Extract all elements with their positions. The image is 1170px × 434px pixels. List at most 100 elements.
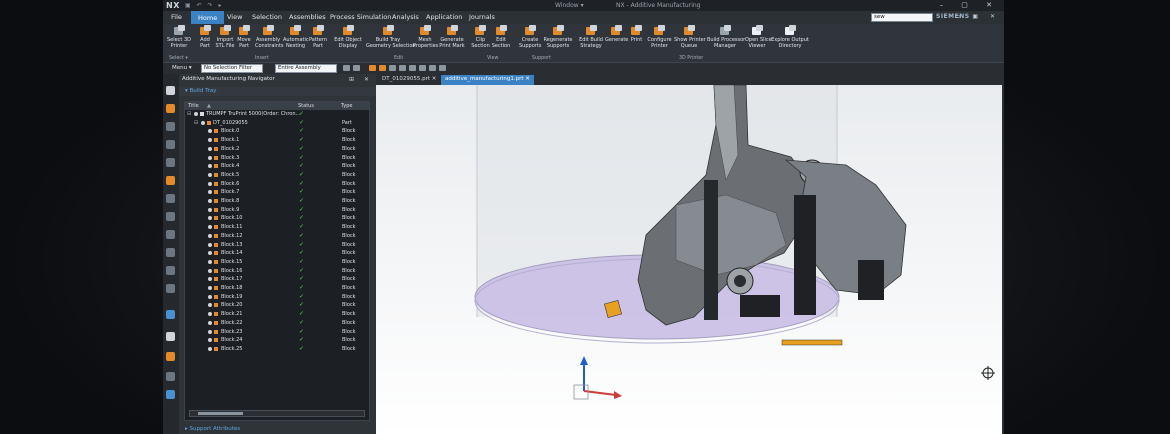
visibility-icon[interactable]: [208, 129, 212, 134]
graphics-viewport[interactable]: [376, 85, 1002, 434]
edit-section-button[interactable]: Edit Section: [491, 25, 511, 49]
roles-icon[interactable]: [166, 230, 175, 239]
clock-icon[interactable]: [166, 332, 175, 341]
doc-tab-dt-part[interactable]: DT_01029055.prt ✕: [378, 75, 440, 85]
tab-analysis[interactable]: Analysis: [392, 13, 419, 21]
visibility-icon[interactable]: [208, 259, 212, 264]
scroll-thumb[interactable]: [198, 412, 243, 415]
palette-icon[interactable]: [166, 284, 175, 293]
create-supports-button[interactable]: Create Supports: [519, 25, 541, 49]
visibility-icon[interactable]: [208, 225, 212, 230]
tree-row-part[interactable]: ⊟ DT_01029055 ✓ Part: [185, 119, 369, 128]
tree-row-block[interactable]: Block.20 ✓ Block: [185, 301, 369, 310]
generate-print-mark-button[interactable]: Generate Print Mark: [439, 25, 465, 49]
doc-tab-additive-manufacturing[interactable]: additive_manufacturing1.prt ✕: [441, 75, 534, 85]
print-button[interactable]: Print: [629, 25, 644, 44]
visibility-icon[interactable]: [208, 286, 212, 290]
visibility-icon[interactable]: [208, 207, 212, 212]
snap-quadrant-icon[interactable]: [419, 65, 426, 71]
visibility-icon[interactable]: [208, 172, 212, 177]
tree-row-block[interactable]: Block.25 ✓ Block: [185, 345, 369, 354]
visibility-icon[interactable]: [208, 181, 212, 186]
color-palette-icon[interactable]: [166, 352, 175, 361]
visibility-icon[interactable]: [208, 268, 212, 273]
am-navigator-icon[interactable]: [166, 104, 175, 113]
automatic-nesting-button[interactable]: Automatic Nesting: [283, 25, 309, 49]
part-navigator-icon[interactable]: [166, 86, 175, 95]
tab-selection[interactable]: Selection: [252, 13, 282, 21]
tree-row-block[interactable]: Block.7 ✓ Block: [185, 188, 369, 197]
tab-application[interactable]: Application: [426, 13, 462, 21]
add-part-button[interactable]: Add Part: [197, 25, 213, 49]
image-icon[interactable]: [166, 372, 175, 381]
tree-row-block[interactable]: Block.14 ✓ Block: [185, 249, 369, 258]
tree-row-printer[interactable]: ⊟ TRUMPF TruPrint 5000(Order: Chron... ✓: [185, 110, 369, 119]
tab-process-simulation[interactable]: Process Simulation: [330, 13, 391, 21]
visibility-icon[interactable]: [208, 138, 212, 143]
tree-row-block[interactable]: Block.11 ✓ Block: [185, 223, 369, 232]
constraint-navigator-icon[interactable]: [166, 140, 175, 149]
tree-row-block[interactable]: Block.17 ✓ Block: [185, 275, 369, 284]
quick-access-toolbar[interactable]: ▣ ↶ ↷ ▸: [185, 2, 223, 9]
build-tray-section[interactable]: ▾ Build Tray: [179, 87, 376, 96]
web-browser-icon[interactable]: [166, 212, 175, 221]
tree-row-block[interactable]: Block.8 ✓ Block: [185, 197, 369, 206]
tab-home[interactable]: Home: [191, 11, 225, 24]
visibility-icon[interactable]: [208, 329, 212, 334]
snap-intersection-icon[interactable]: [439, 65, 446, 71]
tree-row-block[interactable]: Block.23 ✓ Block: [185, 328, 369, 337]
tree-row-block[interactable]: Block.16 ✓ Block: [185, 267, 369, 276]
support-attributes-section[interactable]: ▸ Support Attributes: [179, 426, 376, 434]
tree-row-block[interactable]: Block.9 ✓ Block: [185, 206, 369, 215]
assembly-constraints-button[interactable]: Assembly Constraints: [255, 25, 284, 49]
command-search-input[interactable]: sew: [871, 13, 933, 22]
tree-row-block[interactable]: Block.13 ✓ Block: [185, 241, 369, 250]
visibility-icon[interactable]: [208, 251, 212, 256]
tree-row-block[interactable]: Block.18 ✓ Block: [185, 284, 369, 293]
tab-journals[interactable]: Journals: [469, 13, 495, 21]
build-tray-geometry-button[interactable]: Build Tray Geometry Selection: [366, 25, 416, 49]
tab-file[interactable]: File: [171, 13, 182, 21]
tab-assemblies[interactable]: Assemblies: [289, 13, 326, 21]
horizontal-scrollbar[interactable]: [189, 410, 365, 417]
visibility-icon[interactable]: [208, 312, 212, 317]
collapse-icon[interactable]: ⊟: [194, 119, 198, 127]
generate-button[interactable]: Generate: [605, 25, 628, 44]
system-scenes-icon[interactable]: [166, 266, 175, 275]
visibility-icon[interactable]: [208, 346, 212, 351]
tree-row-block[interactable]: Block.22 ✓ Block: [185, 319, 369, 328]
tree-row-block[interactable]: Block.24 ✓ Block: [185, 336, 369, 345]
window-controls[interactable]: – ▢ ✕: [940, 1, 1000, 9]
tree-row-block[interactable]: Block.15 ✓ Block: [185, 258, 369, 267]
visibility-icon[interactable]: [208, 338, 212, 343]
group-select[interactable]: Select ▾: [169, 56, 188, 61]
tree-row-block[interactable]: Block.0 ✓ Block: [185, 127, 369, 136]
visibility-icon[interactable]: [208, 277, 212, 282]
explore-output-directory-button[interactable]: Explore Output Directory: [771, 25, 809, 49]
tree-row-block[interactable]: Block.19 ✓ Block: [185, 293, 369, 302]
column-type[interactable]: Type: [341, 103, 352, 109]
tree-row-block[interactable]: Block.6 ✓ Block: [185, 180, 369, 189]
edit-build-strategy-button[interactable]: Edit Build Strategy: [579, 25, 603, 49]
edit-object-display-button[interactable]: Edit Object Display: [334, 25, 362, 49]
visibility-icon[interactable]: [194, 112, 198, 116]
select-all-icon[interactable]: [343, 65, 350, 71]
assembly-navigator-icon[interactable]: [166, 122, 175, 131]
visibility-icon[interactable]: [208, 303, 212, 308]
regenerate-supports-button[interactable]: Regenerate Supports: [543, 25, 573, 49]
material-icon[interactable]: [166, 248, 175, 257]
tree-row-block[interactable]: Block.10 ✓ Block: [185, 214, 369, 223]
select-3d-printer-button[interactable]: Select 3D Printer: [166, 25, 192, 49]
visibility-icon[interactable]: [208, 242, 212, 247]
visibility-icon[interactable]: [201, 120, 205, 125]
visibility-icon[interactable]: [208, 216, 212, 221]
window-menu[interactable]: Window ▾: [555, 2, 584, 9]
tree-row-block[interactable]: Block.5 ✓ Block: [185, 171, 369, 180]
visibility-icon[interactable]: [208, 199, 212, 203]
visibility-icon[interactable]: [208, 233, 212, 238]
display-icon[interactable]: [166, 310, 175, 319]
tab-view[interactable]: View: [227, 13, 242, 21]
configure-printer-button[interactable]: Configure Printer: [647, 25, 672, 49]
visibility-icon[interactable]: [208, 164, 212, 169]
tree-row-block[interactable]: Block.3 ✓ Block: [185, 154, 369, 163]
